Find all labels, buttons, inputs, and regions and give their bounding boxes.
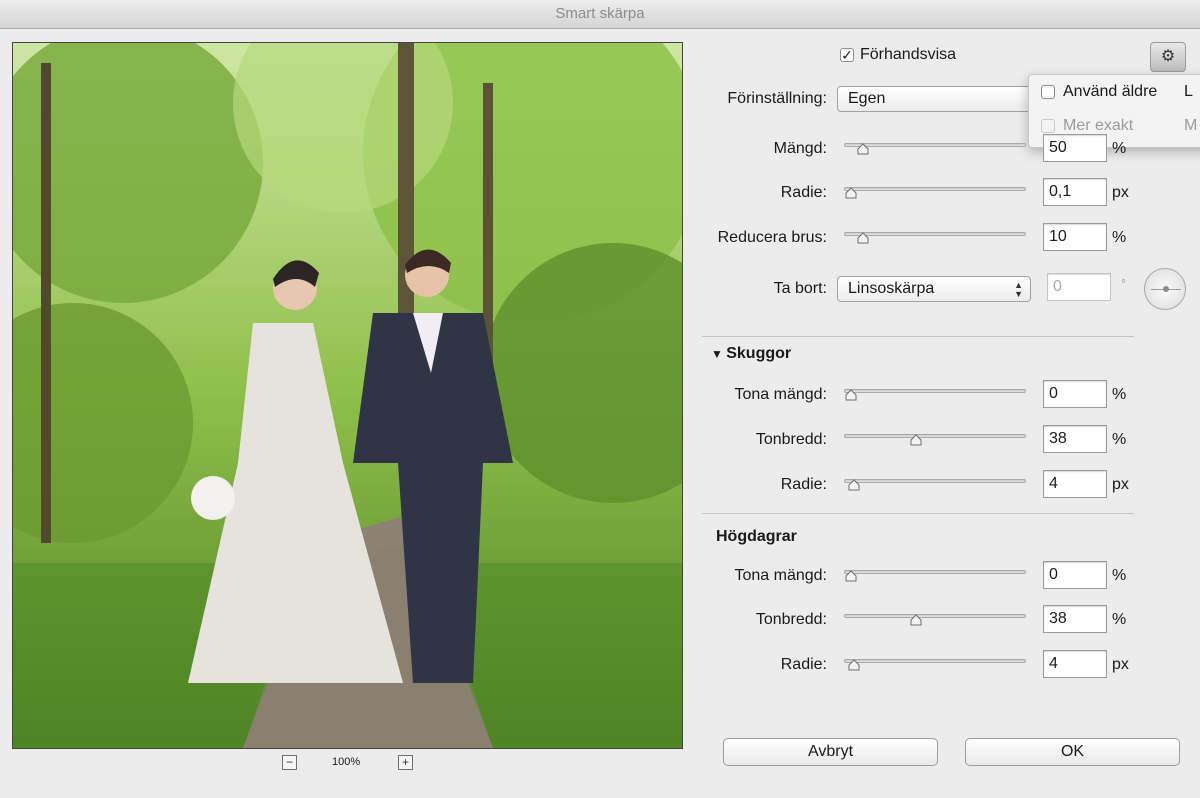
preset-select[interactable]: Egen bbox=[837, 86, 1037, 112]
divider-top bbox=[702, 336, 1134, 337]
radius-unit: px bbox=[1112, 184, 1129, 201]
shadows-radius-label: Radie: bbox=[780, 476, 827, 493]
preset-value: Egen bbox=[848, 90, 886, 107]
reduce-noise-field[interactable]: 10 bbox=[1043, 223, 1107, 251]
shadows-tonal-width-slider[interactable] bbox=[844, 434, 1026, 446]
angle-field: 0 bbox=[1047, 273, 1111, 301]
slider-thumb[interactable] bbox=[857, 143, 869, 155]
slider-thumb[interactable] bbox=[910, 434, 922, 446]
shadows-tonal-width-unit: % bbox=[1112, 431, 1127, 448]
radius-label: Radie: bbox=[780, 184, 827, 201]
slider-thumb[interactable] bbox=[848, 659, 860, 671]
angle-dial bbox=[1144, 268, 1186, 310]
remove-value: Linsoskärpa bbox=[848, 280, 935, 297]
shadows-fade-field[interactable]: 0 bbox=[1043, 380, 1107, 408]
preset-label: Förinställning: bbox=[727, 90, 827, 107]
highlights-fade-label: Tona mängd: bbox=[734, 567, 827, 584]
shadows-fade-slider[interactable] bbox=[844, 389, 1026, 401]
shadows-fade-label: Tona mängd: bbox=[734, 386, 827, 403]
slider-thumb[interactable] bbox=[845, 389, 857, 401]
reduce-noise-label: Reducera brus: bbox=[717, 229, 827, 246]
shadows-tonal-width-field[interactable]: 38 bbox=[1043, 425, 1107, 453]
slider-thumb[interactable] bbox=[910, 614, 922, 626]
shadows-section-title[interactable]: ▼ Skuggor bbox=[711, 345, 791, 363]
cancel-button[interactable]: Avbryt bbox=[723, 738, 938, 766]
shadows-radius-field[interactable]: 4 bbox=[1043, 470, 1107, 498]
shadows-title-text: Skuggor bbox=[726, 345, 792, 362]
highlights-radius-label: Radie: bbox=[780, 656, 827, 673]
highlights-tonal-width-unit: % bbox=[1112, 611, 1127, 628]
shadows-tonal-width-label: Tonbredd: bbox=[755, 431, 827, 448]
gear-icon: ⚙ bbox=[1160, 48, 1176, 65]
zoom-out-button[interactable]: − bbox=[282, 755, 297, 770]
radius-slider[interactable] bbox=[844, 187, 1026, 199]
zoom-controls: − 100% + bbox=[282, 755, 413, 771]
ok-button[interactable]: OK bbox=[965, 738, 1180, 766]
highlights-tonal-width-field[interactable]: 38 bbox=[1043, 605, 1107, 633]
reduce-noise-slider[interactable] bbox=[844, 232, 1026, 244]
zoom-level: 100% bbox=[332, 756, 361, 768]
remove-select[interactable]: Linsoskärpa ▲ ▼ bbox=[837, 276, 1031, 302]
shadows-fade-unit: % bbox=[1112, 386, 1127, 403]
popup-item-legacy-label[interactable]: Använd äldre bbox=[1063, 83, 1157, 101]
angle-unit: ° bbox=[1121, 276, 1127, 291]
highlights-radius-slider[interactable] bbox=[844, 659, 1026, 671]
preview-label: Förhandsvisa bbox=[860, 46, 957, 63]
highlights-tonal-width-slider[interactable] bbox=[844, 614, 1026, 626]
amount-unit: % bbox=[1112, 140, 1127, 157]
amount-field[interactable]: 50 bbox=[1043, 134, 1107, 162]
slider-thumb[interactable] bbox=[845, 570, 857, 582]
highlights-fade-slider[interactable] bbox=[844, 570, 1026, 582]
divider-middle bbox=[702, 513, 1134, 514]
slider-thumb[interactable] bbox=[845, 187, 857, 199]
popup-item-precise-label: Mer exakt bbox=[1063, 117, 1134, 134]
highlights-section-title[interactable]: Högdagrar bbox=[716, 528, 797, 546]
slider-thumb[interactable] bbox=[857, 232, 869, 244]
remove-label: Ta bort: bbox=[773, 280, 827, 297]
angle-dial-center bbox=[1163, 286, 1169, 292]
highlights-tonal-width-label: Tonbredd: bbox=[755, 611, 827, 628]
popup-item-precise-shortcut: M bbox=[1184, 117, 1198, 134]
radius-field[interactable]: 0,1 bbox=[1043, 178, 1107, 206]
disclosure-triangle-icon: ▼ bbox=[711, 347, 727, 361]
preview-checkbox[interactable]: ✓ bbox=[840, 48, 854, 62]
highlights-fade-unit: % bbox=[1112, 567, 1127, 584]
slider-thumb[interactable] bbox=[848, 479, 860, 491]
shadows-radius-slider[interactable] bbox=[844, 479, 1026, 491]
window-title: Smart skärpa bbox=[555, 5, 645, 22]
shadows-radius-unit: px bbox=[1112, 476, 1129, 493]
highlights-fade-field[interactable]: 0 bbox=[1043, 561, 1107, 589]
reduce-noise-unit: % bbox=[1112, 229, 1127, 246]
window-titlebar: Smart skärpa bbox=[0, 0, 1200, 29]
amount-slider[interactable] bbox=[844, 143, 1026, 155]
highlights-radius-field[interactable]: 4 bbox=[1043, 650, 1107, 678]
zoom-in-button[interactable]: + bbox=[398, 755, 413, 770]
gear-button[interactable]: ⚙ bbox=[1150, 42, 1186, 72]
popup-item-precise-checkbox bbox=[1041, 119, 1055, 133]
select-arrows-icon: ▲ ▼ bbox=[1014, 280, 1023, 299]
popup-item-legacy-shortcut: L bbox=[1184, 83, 1193, 100]
amount-label: Mängd: bbox=[773, 140, 827, 157]
highlights-radius-unit: px bbox=[1112, 656, 1129, 673]
popup-item-legacy-checkbox[interactable] bbox=[1041, 85, 1055, 99]
